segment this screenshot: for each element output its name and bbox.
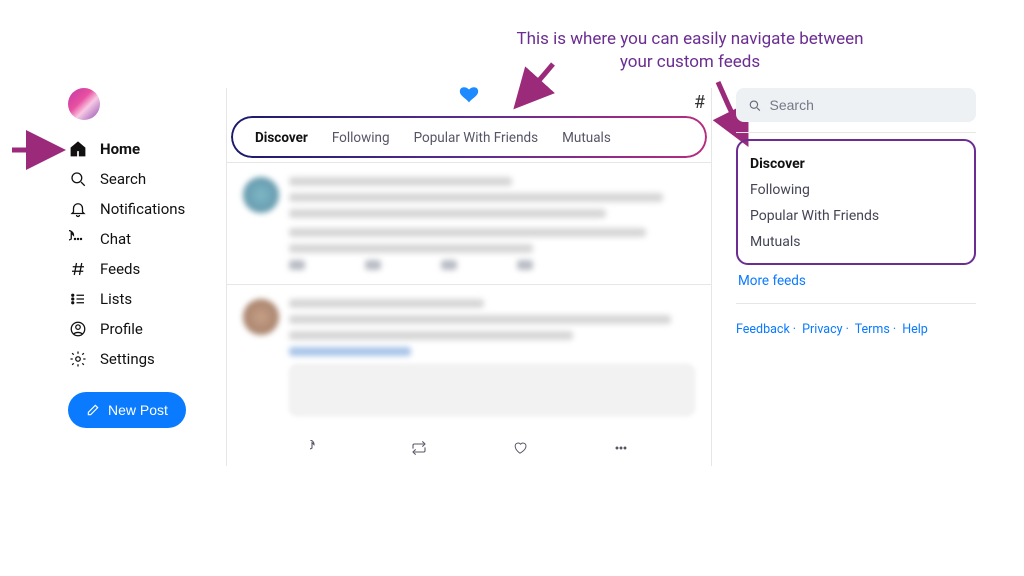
feed-list-panel: Discover Following Popular With Friends … [736, 139, 976, 265]
hash-icon [68, 259, 88, 279]
nav-lists[interactable]: Lists [68, 284, 218, 314]
home-icon [68, 139, 88, 159]
chat-icon [68, 229, 88, 249]
like-action[interactable] [512, 440, 528, 460]
post[interactable] [227, 285, 711, 430]
avatar[interactable] [68, 88, 100, 120]
bell-icon [68, 199, 88, 219]
profile-icon [68, 319, 88, 339]
nav-label: Chat [100, 230, 131, 248]
compose-icon [86, 403, 100, 417]
nav-label: Profile [100, 320, 143, 338]
nav-label: Notifications [100, 200, 185, 218]
post-body [289, 177, 695, 270]
search-box[interactable] [736, 88, 976, 122]
nav-feeds[interactable]: Feeds [68, 254, 218, 284]
sidebar: Home Search Notifications Chat Feeds Lis… [68, 88, 218, 428]
feed-item-mutuals[interactable]: Mutuals [750, 229, 962, 255]
nav-label: Settings [100, 350, 155, 368]
new-post-button[interactable]: New Post [68, 392, 186, 428]
new-post-label: New Post [108, 402, 168, 418]
footer-privacy[interactable]: Privacy [802, 322, 842, 337]
nav-label: Home [100, 140, 140, 158]
main-feed: Discover Following Popular With Friends … [226, 88, 712, 466]
reply-action[interactable] [310, 440, 326, 460]
nav-notifications[interactable]: Notifications [68, 194, 218, 224]
nav-label: Feeds [100, 260, 140, 278]
nav-settings[interactable]: Settings [68, 344, 218, 374]
gear-icon [68, 349, 88, 369]
nav-home[interactable]: Home [68, 134, 218, 164]
feed-tabs: Discover Following Popular With Friends … [231, 116, 707, 162]
right-sidebar: Discover Following Popular With Friends … [736, 88, 976, 337]
feed-item-popular-with-friends[interactable]: Popular With Friends [750, 203, 962, 229]
tab-mutuals[interactable]: Mutuals [550, 126, 623, 150]
nav-search[interactable]: Search [68, 164, 218, 194]
lists-icon [68, 289, 88, 309]
post[interactable] [227, 163, 711, 285]
arrow-to-home [10, 139, 66, 165]
nav-label: Lists [100, 290, 132, 308]
tab-discover[interactable]: Discover [243, 126, 320, 150]
post-body [289, 299, 695, 416]
feed-tabs-container: Discover Following Popular With Friends … [227, 116, 711, 163]
tab-popular-with-friends[interactable]: Popular With Friends [402, 126, 551, 150]
search-icon [68, 169, 88, 189]
tab-following[interactable]: Following [320, 126, 402, 150]
search-icon [748, 98, 762, 113]
divider [736, 132, 976, 133]
more-action[interactable] [613, 440, 629, 460]
search-input[interactable] [770, 97, 965, 113]
footer-terms[interactable]: Terms [855, 322, 890, 337]
post-avatar[interactable] [243, 299, 279, 335]
footer-feedback[interactable]: Feedback [736, 322, 790, 337]
logo-butterfly-icon[interactable] [458, 85, 480, 110]
repost-action[interactable] [411, 440, 427, 460]
nav-profile[interactable]: Profile [68, 314, 218, 344]
footer-links: Feedback· Privacy· Terms· Help [736, 322, 976, 337]
feed-item-following[interactable]: Following [750, 177, 962, 203]
footer-help[interactable]: Help [902, 322, 928, 337]
post-avatar[interactable] [243, 177, 279, 213]
divider [736, 303, 976, 304]
feed-item-discover[interactable]: Discover [750, 151, 962, 177]
nav-chat[interactable]: Chat [68, 224, 218, 254]
post-actions [227, 430, 711, 466]
more-feeds-link[interactable]: More feeds [736, 265, 976, 291]
nav-label: Search [100, 170, 146, 188]
